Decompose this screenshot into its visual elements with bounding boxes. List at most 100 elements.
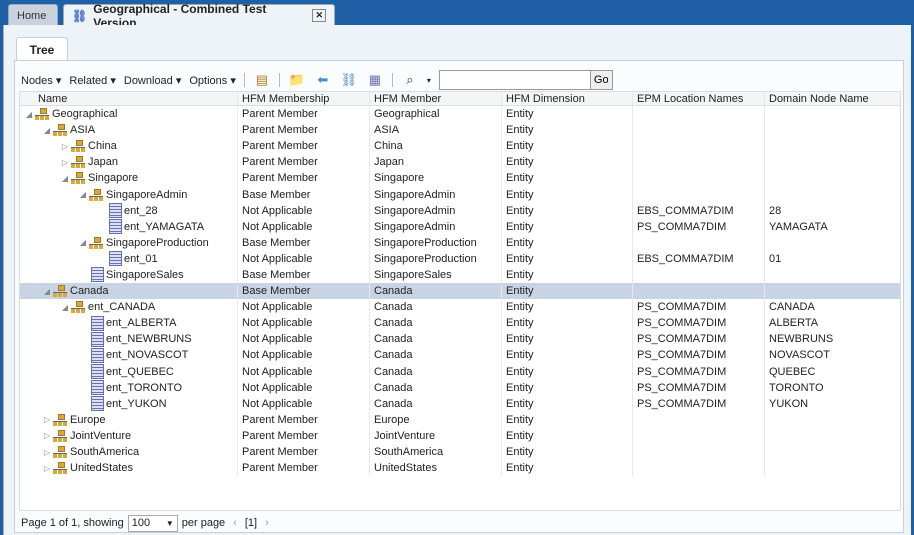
page-link[interactable]: [1] [245,517,257,529]
table-row[interactable]: ▷ SouthAmerica Parent Member SouthAmerica En… [20,443,900,461]
node-name[interactable]: UnitedStates [70,462,133,474]
leaf-node-icon [91,347,104,363]
expand-icon[interactable]: ▷ [60,158,70,167]
node-name[interactable]: SingaporeProduction [106,237,209,249]
leaf-node-icon [91,331,104,347]
table-row[interactable]: ▷ Europe Parent Member Europe Entity [20,411,900,428]
table-row[interactable]: ◢ Canada Base Member Canada Entity [20,283,900,300]
table-row[interactable]: ▷ China Parent Member China Entity [20,138,900,155]
column-header[interactable]: Name [20,92,238,105]
node-name[interactable]: ent_28 [124,205,158,217]
node-name[interactable]: SouthAmerica [70,446,139,458]
options-menu[interactable]: Options ▾ [189,74,236,87]
nodes-menu[interactable]: Nodes ▾ [21,74,61,87]
collapse-icon[interactable]: ◢ [24,110,34,119]
name-cell: ▷ SouthAmerica [20,443,238,461]
domain-cell [765,460,900,476]
table-row[interactable]: ent_01 Not Applicable SingaporeProduction E… [20,250,900,267]
node-name[interactable]: China [88,140,117,152]
node-name[interactable]: ent_YUKON [106,398,167,410]
chevron-down-icon[interactable]: ▾ [427,76,431,85]
domain-cell [765,428,900,444]
collapse-icon[interactable]: ◢ [60,174,70,183]
member-cell: UnitedStates [370,460,502,477]
table-row[interactable]: ent_YUKON Not Applicable Canada Entity PS_CO… [20,395,900,412]
table-row[interactable]: ent_NOVASCOT Not Applicable Canada Entity PS… [20,347,900,364]
table-row[interactable]: ent_ALBERTA Not Applicable Canada Entity PS_… [20,315,900,332]
hierarchy-icon[interactable]: ⛓ [340,72,358,88]
node-name[interactable]: ASIA [70,124,95,136]
node-name[interactable]: Canada [70,285,109,297]
node-name[interactable]: ent_NOVASCOT [106,349,188,361]
node-name[interactable]: ent_ALBERTA [106,317,177,329]
binoculars-icon[interactable]: ⌕ [401,72,419,88]
node-name[interactable]: Singapore [88,172,138,184]
table-row[interactable]: ◢ ASIA Parent Member ASIA Entity [20,122,900,139]
column-header[interactable]: HFM Membership [238,92,370,105]
expand-icon[interactable]: ▷ [60,142,70,151]
column-header[interactable]: HFM Member [370,92,502,105]
node-name[interactable]: ent_TORONTO [106,382,182,394]
table-row[interactable]: ▷ Japan Parent Member Japan Entity [20,154,900,171]
expand-icon[interactable]: ▷ [42,448,52,457]
folder-up-icon[interactable]: 📁 [288,72,306,88]
column-header[interactable]: Domain Node Name [765,92,900,105]
node-name[interactable]: ent_CANADA [88,301,155,313]
collapse-icon[interactable]: ◢ [60,303,70,312]
node-name[interactable]: SingaporeAdmin [106,189,187,201]
node-name[interactable]: ent_01 [124,253,158,265]
node-name[interactable]: ent_NEWBRUNS [106,333,192,345]
hierarchy-icon: ⛓ [72,8,88,23]
table-row[interactable]: ◢ ent_CANADA Not Applicable Canada Entity PS_… [20,299,900,316]
node-name[interactable]: Japan [88,156,118,168]
tab-home[interactable]: Home [8,4,58,26]
node-name[interactable]: ent_QUEBEC [106,366,174,378]
back-arrow-icon[interactable]: ⬅ [314,72,332,88]
grid-icon[interactable]: ▦ [366,72,384,88]
column-header[interactable]: EPM Location Names [633,92,765,105]
column-header[interactable]: HFM Dimension [502,92,633,105]
next-page-button[interactable]: › [265,517,269,529]
node-name[interactable]: Europe [70,414,105,426]
per-page-label: per page [181,517,226,529]
table-row[interactable]: ▷ JointVenture Parent Member JointVenture En… [20,427,900,444]
table-row[interactable]: ent_QUEBEC Not Applicable Canada Entity PS_C… [20,363,900,380]
go-button[interactable]: Go [589,70,613,90]
dim-cell: Entity [502,170,633,187]
table-row[interactable]: ent_28 Not Applicable SingaporeAdmin Entity… [20,202,900,219]
node-name[interactable]: JointVenture [70,430,131,442]
member-cell: Canada [370,299,502,316]
expand-icon[interactable]: ▷ [42,464,52,473]
table-row[interactable]: ◢ Singapore Parent Member Singapore Entity [20,170,900,187]
table-row[interactable]: ◢ SingaporeProduction Base Member Singapore… [20,234,900,251]
collapse-icon[interactable]: ◢ [78,190,88,199]
properties-icon[interactable]: ▤ [253,72,271,88]
node-name[interactable]: Geographical [52,108,117,120]
table-row[interactable]: ◢ SingaporeAdmin Base Member SingaporeAdmin… [20,186,900,203]
table-row[interactable]: ▷ UnitedStates Parent Member UnitedStates En… [20,460,900,477]
expand-icon[interactable]: ▷ [42,431,52,440]
tab-geographical[interactable]: ⛓ Geographical - Combined Test Version ✕ [63,2,335,30]
per-page-select[interactable]: 100 ▼ [127,514,178,532]
table-row[interactable]: ent_NEWBRUNS Not Applicable Canada Entity PS… [20,331,900,348]
node-name[interactable]: SingaporeSales [106,269,184,281]
tab-tree[interactable]: Tree [16,37,68,61]
close-icon[interactable]: ✕ [312,9,326,22]
collapse-icon[interactable]: ◢ [42,287,52,296]
domain-cell: ALBERTA [769,317,819,330]
collapse-icon[interactable]: ◢ [78,238,88,247]
epm-cell [633,427,765,444]
download-menu[interactable]: Download ▾ [124,74,182,87]
prev-page-button[interactable]: ‹ [233,517,237,529]
table-row[interactable]: ent_YAMAGATA Not Applicable SingaporeAdmin… [20,218,900,235]
table-row[interactable]: SingaporeSales Base Member SingaporeSales E… [20,266,900,284]
related-menu[interactable]: Related ▾ [69,74,116,87]
node-name[interactable]: ent_YAMAGATA [124,221,204,233]
search-input[interactable] [438,70,591,90]
table-row[interactable]: ◢ Geographical Parent Member Geographical En… [20,106,900,123]
expand-icon[interactable]: ▷ [42,415,52,424]
hierarchy-node-icon [70,139,86,153]
collapse-icon[interactable]: ◢ [42,126,52,135]
tree-container: Nodes ▾ Related ▾ Download ▾ Options ▾ ▤… [14,60,904,533]
table-row[interactable]: ent_TORONTO Not Applicable Canada Entity PS_… [20,379,900,396]
